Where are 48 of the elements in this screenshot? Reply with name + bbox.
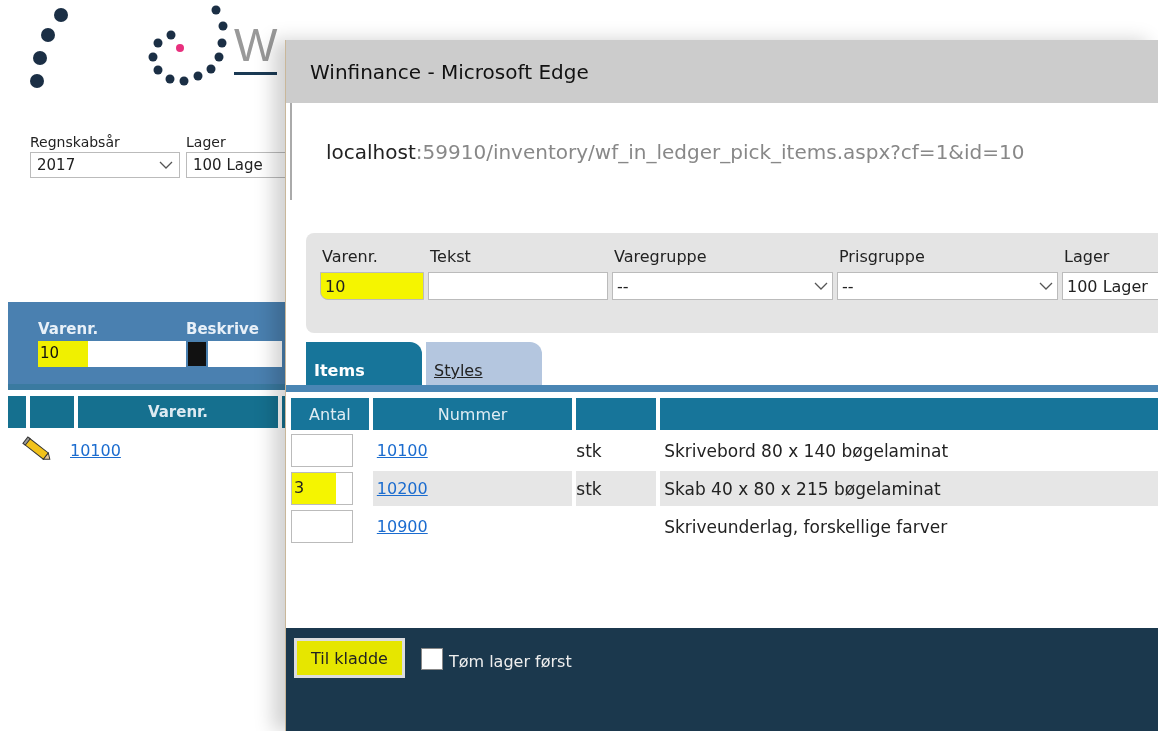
logo-text: W — [234, 22, 278, 75]
chevron-icon — [814, 282, 828, 290]
column-header: Varenr. — [78, 396, 278, 428]
filter-label: Varenr. — [321, 247, 379, 266]
checkbox-label: Tøm lager først — [448, 652, 572, 671]
input-field[interactable]: 10 — [38, 341, 186, 367]
column-header: Nummer — [372, 398, 573, 430]
column-header: Antal — [291, 398, 369, 430]
filter-label: Prisgruppe — [838, 247, 926, 266]
unit-text: stk — [576, 440, 602, 461]
field-label: Beskrive — [186, 320, 260, 338]
select-field[interactable]: 100 Lager — [1062, 272, 1158, 300]
input-field[interactable] — [208, 341, 282, 367]
quantity-field[interactable] — [291, 434, 353, 467]
checkbox[interactable] — [420, 647, 443, 670]
chevron-icon — [1039, 282, 1053, 290]
field-label: Varenr. — [38, 320, 100, 338]
submit-button[interactable]: Til kladde — [294, 638, 405, 678]
lookup-icon[interactable] — [188, 342, 206, 366]
quantity-field[interactable]: 3 — [291, 472, 353, 505]
unit-text: stk — [576, 478, 602, 499]
select-field[interactable]: 100 Lage — [186, 152, 286, 178]
url-path: :59910/inventory/wf_in_ledger_pick_items.aspx?cf=1&id=10 — [415, 139, 1025, 164]
tab[interactable]: Styles — [426, 342, 542, 385]
chevron-icon — [159, 161, 173, 169]
item-link[interactable]: 10200 — [376, 479, 428, 498]
description-text: Skrivebord 80 x 140 bøgelaminat — [664, 440, 949, 461]
tab[interactable]: Items — [306, 342, 422, 385]
column-header — [8, 396, 26, 428]
filter-label: Varegruppe — [613, 247, 708, 266]
description-text: Skriveunderlag, forskellige farver — [664, 516, 948, 537]
description-text: Skab 40 x 80 x 215 bøgelaminat — [664, 478, 941, 499]
item-link[interactable]: 10100 — [70, 440, 121, 460]
select-field[interactable]: 2017 — [30, 152, 180, 178]
filter-label: Lager — [186, 134, 227, 150]
filter-label: Lager — [1063, 247, 1111, 266]
column-header — [30, 396, 74, 428]
url-host: localhost — [326, 139, 416, 164]
item-link[interactable]: 10100 — [376, 441, 428, 460]
select-field[interactable]: -- — [612, 272, 833, 300]
select-field[interactable]: -- — [837, 272, 1058, 300]
filter-label: Tekst — [429, 247, 472, 266]
input-field[interactable]: 10 — [320, 272, 424, 300]
item-link[interactable]: 10900 — [376, 517, 428, 536]
window-title: Winfinance - Microsoft Edge — [310, 59, 589, 84]
input-field[interactable] — [428, 272, 608, 300]
quantity-field[interactable] — [291, 510, 353, 543]
filter-label: Regnskabsår — [30, 134, 121, 150]
